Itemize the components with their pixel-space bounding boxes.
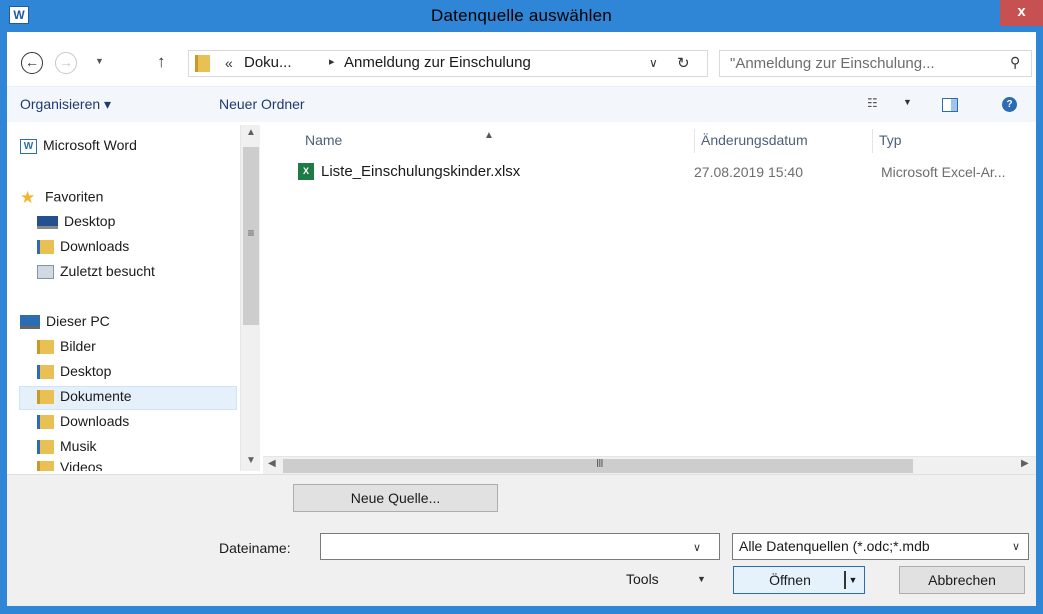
excel-file-icon: X bbox=[298, 163, 314, 180]
address-bar[interactable]: « Doku... ▸ Anmeldung zur Einschulung ∨ … bbox=[188, 50, 708, 77]
address-dropdown-chevron-icon[interactable]: ∨ bbox=[649, 56, 658, 70]
tools-dropdown-chevron-icon[interactable]: ▼ bbox=[697, 574, 706, 584]
back-arrow-icon[interactable]: ← bbox=[21, 52, 43, 74]
tools-menu-button[interactable]: Tools bbox=[626, 571, 659, 587]
refresh-icon[interactable]: ↻ bbox=[677, 54, 690, 72]
star-icon: ★ bbox=[20, 188, 36, 207]
breadcrumb-current-folder[interactable]: Anmeldung zur Einschulung bbox=[344, 54, 531, 71]
address-row: ← → ▼ ↑ « Doku... ▸ Anmeldung zur Einsch… bbox=[7, 32, 1036, 82]
help-icon[interactable]: ? bbox=[1002, 97, 1017, 112]
filter-dropdown-chevron-icon[interactable]: ∨ bbox=[1012, 540, 1020, 553]
scroll-right-arrow-icon[interactable]: ▶ bbox=[1021, 458, 1029, 469]
column-header-name[interactable]: Name ▲ bbox=[263, 129, 695, 153]
search-placeholder: "Anmeldung zur Einschulung... bbox=[730, 55, 935, 72]
scroll-grip-icon: Ⅲ bbox=[596, 458, 604, 470]
file-type: Microsoft Excel-Ar... bbox=[881, 164, 1006, 180]
music-folder-icon bbox=[37, 440, 54, 455]
cancel-button[interactable]: Abbrechen bbox=[899, 566, 1025, 594]
breadcrumb-documents[interactable]: Doku... bbox=[244, 54, 292, 71]
scroll-up-arrow-icon[interactable]: ▲ bbox=[241, 127, 261, 138]
file-type-filter-select[interactable]: Alle Datenquellen (*.odc;*.mdb bbox=[732, 533, 1029, 560]
command-bar: Organisieren ▾ Neuer Ordner ☷ ▼ ? bbox=[7, 86, 1036, 122]
nav-item-favoriten[interactable]: ★ Favoriten bbox=[20, 188, 103, 210]
column-header-date[interactable]: Änderungsdatum bbox=[695, 129, 873, 153]
preview-pane-icon[interactable] bbox=[942, 98, 958, 112]
file-list-horizontal-scrollbar[interactable]: ◀ Ⅲ ▶ bbox=[263, 456, 1036, 474]
nav-item-dokumente[interactable]: Dokumente bbox=[19, 386, 237, 410]
nav-pane-vertical-scrollbar[interactable]: ▲ ≡ ▼ bbox=[240, 125, 260, 471]
downloads-folder-icon bbox=[37, 415, 54, 430]
filename-input[interactable] bbox=[320, 533, 720, 560]
change-view-icon[interactable]: ☷ bbox=[867, 96, 878, 110]
file-modified-date: 27.08.2019 15:40 bbox=[694, 164, 803, 180]
title-bar[interactable]: W Datenquelle auswählen x bbox=[0, 0, 1043, 32]
nav-item-videos[interactable]: Videos bbox=[37, 459, 103, 471]
documents-folder-icon bbox=[37, 390, 54, 405]
nav-item-desktop-favorite[interactable]: Desktop bbox=[37, 213, 115, 235]
column-header-type[interactable]: Typ bbox=[873, 129, 1036, 153]
dialog-client-area: ← → ▼ ↑ « Doku... ▸ Anmeldung zur Einsch… bbox=[7, 32, 1036, 606]
downloads-folder-icon bbox=[37, 240, 54, 255]
videos-folder-icon bbox=[37, 461, 54, 471]
search-input[interactable]: "Anmeldung zur Einschulung... ⚲ bbox=[719, 50, 1032, 77]
filename-dropdown-chevron-icon[interactable]: ∨ bbox=[693, 541, 701, 554]
nav-item-microsoft-word[interactable]: W Microsoft Word bbox=[20, 137, 137, 159]
organize-menu-button[interactable]: Organisieren ▾ bbox=[20, 96, 111, 113]
file-list-pane: Name ▲ Änderungsdatum Typ X Liste_Einsch… bbox=[263, 125, 1036, 471]
scroll-grip-icon: ≡ bbox=[247, 226, 255, 240]
desktop-icon bbox=[37, 215, 58, 229]
breadcrumb-overflow[interactable]: « bbox=[225, 55, 233, 71]
forward-arrow-icon[interactable]: → bbox=[55, 52, 77, 74]
nav-item-musik[interactable]: Musik bbox=[37, 438, 97, 460]
new-source-button[interactable]: Neue Quelle... bbox=[293, 484, 498, 512]
search-icon[interactable]: ⚲ bbox=[1010, 54, 1020, 71]
breadcrumb-separator-icon[interactable]: ▸ bbox=[329, 55, 335, 68]
dialog-window: W Datenquelle auswählen x ← → ▼ ↑ « Doku… bbox=[0, 0, 1043, 614]
nav-item-desktop-pc[interactable]: Desktop bbox=[37, 363, 111, 385]
nav-item-dieser-pc[interactable]: Dieser PC bbox=[20, 313, 110, 335]
pictures-folder-icon bbox=[37, 340, 54, 355]
nav-item-downloads-favorite[interactable]: Downloads bbox=[37, 238, 129, 260]
desktop-folder-icon bbox=[37, 365, 54, 380]
recent-places-icon bbox=[37, 265, 54, 280]
dialog-footer: Neue Quelle... Dateiname: ∨ Alle Datenqu… bbox=[7, 474, 1036, 606]
nav-item-downloads-pc[interactable]: Downloads bbox=[37, 413, 129, 435]
file-name: Liste_Einschulungskinder.xlsx bbox=[321, 163, 521, 180]
folder-icon bbox=[195, 55, 210, 72]
close-button[interactable]: x bbox=[1000, 0, 1043, 26]
dialog-title: Datenquelle auswählen bbox=[431, 6, 612, 25]
computer-icon bbox=[20, 315, 40, 330]
recent-locations-chevron-icon[interactable]: ▼ bbox=[95, 56, 104, 66]
open-split-chevron-icon[interactable]: ▼ bbox=[844, 571, 860, 589]
sort-ascending-icon: ▲ bbox=[484, 130, 494, 141]
filename-label: Dateiname: bbox=[219, 540, 291, 556]
navigation-pane: W Microsoft Word ★ Favoriten Desktop Downl… bbox=[7, 125, 262, 471]
nav-item-zuletzt-besucht[interactable]: Zuletzt besucht bbox=[37, 263, 155, 285]
new-folder-button[interactable]: Neuer Ordner bbox=[219, 96, 305, 112]
nav-item-bilder[interactable]: Bilder bbox=[37, 338, 96, 360]
view-options-chevron-icon[interactable]: ▼ bbox=[903, 97, 912, 107]
scroll-left-arrow-icon[interactable]: ◀ bbox=[268, 458, 276, 469]
word-icon: W bbox=[20, 138, 37, 154]
scroll-down-arrow-icon[interactable]: ▼ bbox=[241, 455, 261, 466]
up-arrow-icon[interactable]: ↑ bbox=[157, 52, 166, 72]
